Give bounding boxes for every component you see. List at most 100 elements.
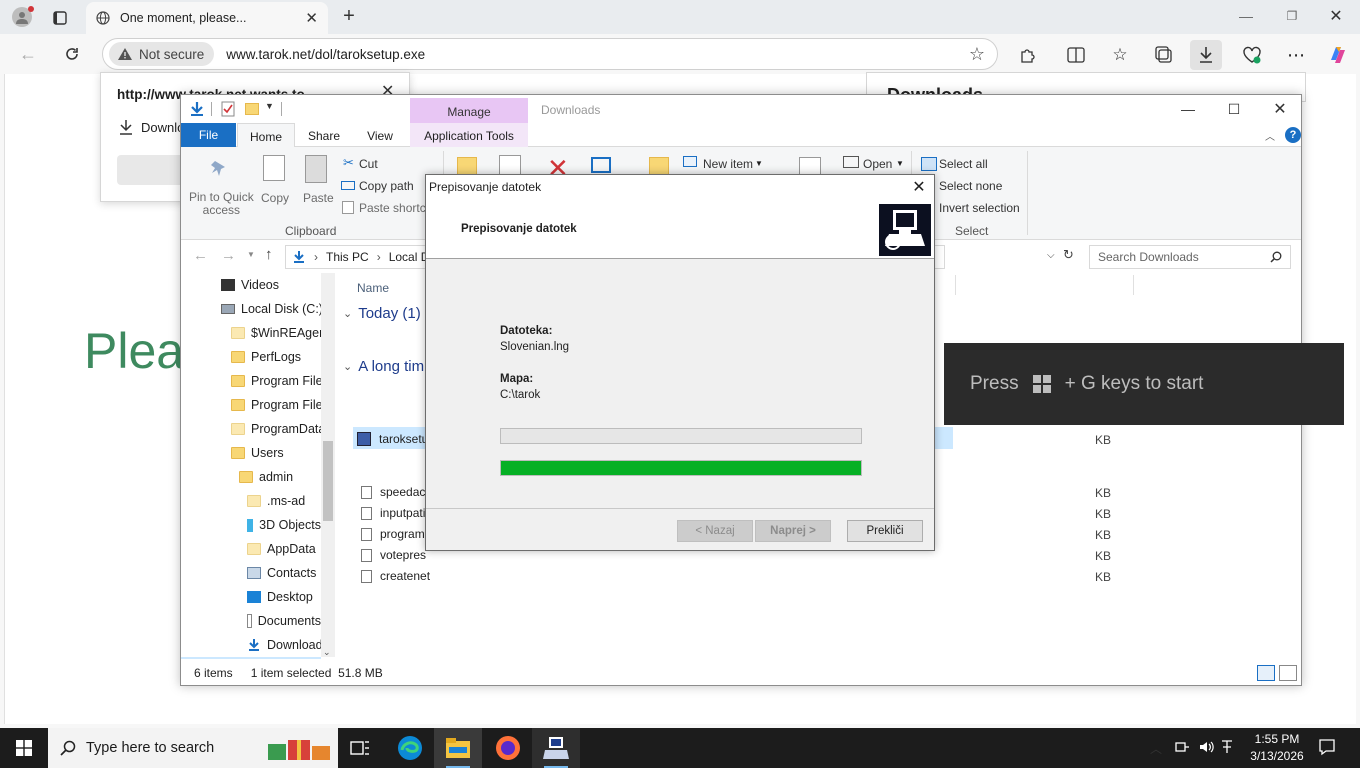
installer-taskbar-icon[interactable]: [532, 728, 580, 768]
nav-item-ms-ad[interactable]: .ms-ad: [247, 489, 321, 513]
nav-back-icon[interactable]: ←: [193, 247, 208, 264]
nav-item-program-files[interactable]: Program Files: [231, 369, 321, 393]
split-screen-icon[interactable]: [1060, 40, 1092, 70]
invert-selection-button[interactable]: Invert selection: [939, 201, 1020, 215]
favorite-star-icon[interactable]: ☆: [963, 44, 991, 65]
pin-to-quick-access-button[interactable]: Pin to Quick access: [189, 191, 254, 217]
search-downloads-input[interactable]: Search Downloads: [1089, 245, 1291, 269]
new-folder-ribbon-icon[interactable]: [649, 157, 669, 175]
network-icon[interactable]: [1174, 739, 1190, 755]
back-icon[interactable]: ←: [16, 42, 40, 66]
group-today[interactable]: ⌄ Today (1): [343, 305, 421, 322]
recent-locations-icon[interactable]: ▼: [247, 250, 255, 259]
cancel-button[interactable]: Prekliči: [847, 520, 923, 542]
collapse-ribbon-icon[interactable]: ︿: [1265, 128, 1275, 143]
edge-taskbar-icon[interactable]: [386, 728, 434, 768]
file-row[interactable]: programs: [361, 524, 431, 544]
open-button[interactable]: Open: [863, 157, 892, 171]
taskbar-clock[interactable]: 1:55 PM 3/13/2026: [1238, 731, 1316, 765]
rename-icon[interactable]: [591, 157, 611, 173]
firefox-taskbar-icon[interactable]: [484, 728, 532, 768]
select-all-button[interactable]: Select all: [939, 157, 988, 171]
nav-up-icon[interactable]: ↑: [265, 246, 273, 263]
restore-icon[interactable]: ❐: [1282, 6, 1302, 26]
url-text[interactable]: www.tarok.net/dol/taroksetup.exe: [226, 47, 963, 62]
new-item-dropdown-icon[interactable]: ▼: [755, 159, 763, 168]
tab-view[interactable]: View: [355, 123, 405, 147]
tab-application-tools[interactable]: Application Tools: [410, 123, 528, 147]
open-dropdown-icon[interactable]: ▼: [896, 159, 904, 168]
next-button[interactable]: Naprej >: [755, 520, 831, 542]
nav-item-programdata[interactable]: ProgramData: [231, 417, 321, 441]
explorer-maximize-icon[interactable]: ☐: [1211, 95, 1257, 123]
file-row[interactable]: speedact: [361, 482, 429, 502]
task-view-icon[interactable]: [336, 728, 384, 768]
new-tab-icon[interactable]: +: [338, 5, 360, 27]
extensions-icon[interactable]: [1012, 40, 1044, 70]
move-to-icon[interactable]: [457, 157, 477, 175]
group-long-time-ago[interactable]: ⌄ A long tim: [343, 358, 424, 375]
explorer-minimize-icon[interactable]: —: [1165, 95, 1211, 123]
help-icon[interactable]: ?: [1285, 127, 1301, 143]
volume-icon[interactable]: [1198, 739, 1214, 755]
breadcrumb-this-pc[interactable]: This PC: [326, 250, 369, 264]
new-item-button[interactable]: New item: [703, 157, 753, 171]
refresh-icon[interactable]: [60, 42, 84, 66]
start-button[interactable]: [0, 728, 48, 768]
downloads-icon[interactable]: [1190, 40, 1222, 70]
more-menu-icon[interactable]: ⋯: [1280, 40, 1312, 70]
copilot-icon[interactable]: [1322, 40, 1354, 70]
tab-active[interactable]: One moment, please... ✕: [86, 2, 328, 34]
taskbar-search-box[interactable]: Type here to search: [48, 728, 338, 768]
file-row-taroksetup[interactable]: taroksetu: [357, 429, 428, 449]
nav-scroll-down-icon[interactable]: ⌄: [323, 647, 331, 658]
tab-home[interactable]: Home: [237, 123, 295, 148]
tab-file[interactable]: File: [181, 123, 236, 147]
tab-share[interactable]: Share: [301, 123, 347, 147]
column-header-name[interactable]: Name: [357, 281, 389, 295]
nav-item-videos[interactable]: Videos: [221, 273, 279, 297]
nav-item-winreagent[interactable]: $WinREAgent: [231, 321, 321, 345]
details-view-icon[interactable]: [1257, 665, 1275, 681]
nav-scrollbar-thumb[interactable]: [323, 441, 333, 521]
nav-item-downloads[interactable]: Downloads: [247, 633, 321, 657]
explorer-close-icon[interactable]: ✕: [1257, 95, 1303, 123]
nav-item-perflogs[interactable]: PerfLogs: [231, 345, 321, 369]
nav-item-appdata[interactable]: AppData: [247, 537, 321, 561]
cut-button[interactable]: Cut: [359, 157, 378, 171]
select-none-button[interactable]: Select none: [939, 179, 1002, 193]
refresh-folder-icon[interactable]: ↻: [1063, 247, 1074, 263]
collections-icon[interactable]: [1148, 40, 1180, 70]
file-row[interactable]: createnet: [361, 566, 430, 586]
nav-item-local-disk[interactable]: Local Disk (C:): [221, 297, 323, 321]
paste-button[interactable]: Paste: [303, 191, 334, 205]
manage-tab[interactable]: Manage: [410, 98, 528, 125]
large-icons-view-icon[interactable]: [1279, 665, 1297, 681]
dialog-close-icon[interactable]: ✕: [904, 175, 934, 199]
new-folder-icon[interactable]: [245, 103, 259, 115]
minimize-icon[interactable]: —: [1236, 6, 1256, 26]
nav-item-desktop[interactable]: Desktop: [247, 585, 321, 609]
address-dropdown-icon[interactable]: ⌵: [1047, 250, 1055, 261]
properties-icon[interactable]: [221, 101, 235, 117]
not-secure-chip[interactable]: Not secure: [109, 42, 215, 66]
favorites-icon[interactable]: ☆: [1104, 40, 1136, 70]
file-row[interactable]: votepres: [361, 545, 426, 565]
browser-essentials-icon[interactable]: [1236, 40, 1268, 70]
show-hidden-icons-icon[interactable]: ︿: [1150, 740, 1162, 757]
copy-button[interactable]: Copy: [261, 191, 289, 205]
nav-item-contacts[interactable]: Contacts: [247, 561, 321, 585]
file-explorer-taskbar-icon[interactable]: [434, 728, 482, 768]
language-icon[interactable]: [1220, 739, 1234, 755]
nav-item-documents[interactable]: Documents: [247, 609, 321, 633]
close-tab-icon[interactable]: ✕: [305, 9, 318, 27]
nav-item-users[interactable]: Users: [231, 441, 321, 465]
copy-path-button[interactable]: Copy path: [359, 179, 414, 193]
nav-item-3d-objects[interactable]: 3D Objects: [247, 513, 321, 537]
close-window-icon[interactable]: ✕: [1326, 6, 1346, 26]
address-bar[interactable]: Not secure www.tarok.net/dol/taroksetup.…: [102, 38, 998, 70]
qat-dropdown-icon[interactable]: ▼: [265, 101, 274, 111]
nav-item-admin[interactable]: admin: [239, 465, 321, 489]
breadcrumb-local-disk[interactable]: Local D: [389, 250, 430, 264]
file-row[interactable]: inputpati: [361, 503, 425, 523]
